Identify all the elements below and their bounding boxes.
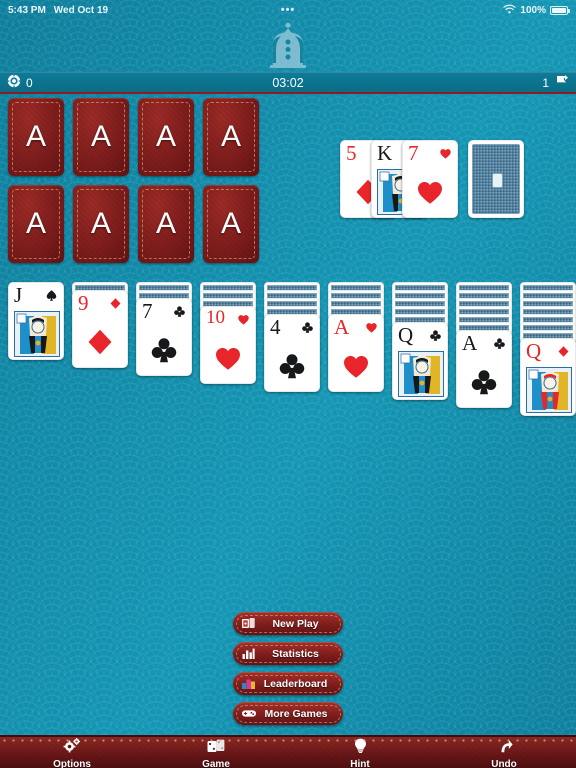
- score-value: 0: [26, 75, 33, 90]
- battery-percent: 100%: [520, 4, 546, 16]
- menu-button-new-play[interactable]: New Play: [233, 612, 343, 635]
- moves-flag-icon: [554, 74, 569, 91]
- menu-button-group: New Play Statistics Leaderboard More Games: [233, 612, 343, 732]
- foundation-slot-label: A: [155, 120, 176, 153]
- foundation-slot-label: A: [220, 120, 241, 153]
- card-rank: K: [377, 141, 393, 165]
- card-center-suit: [277, 351, 307, 381]
- card-center-suit: [341, 351, 371, 381]
- foundation-slot-label: A: [155, 207, 176, 240]
- gamepad-icon: [242, 709, 256, 718]
- card-rank: Q: [398, 323, 414, 347]
- toolbar-button-label: Undo: [491, 758, 517, 768]
- card-rank: Q: [526, 339, 542, 363]
- toolbar-button-label: Game: [202, 758, 230, 768]
- bar-chart-icon: [242, 648, 255, 659]
- game-header-bar: 0 03:02 1: [0, 72, 576, 94]
- bottom-toolbar: Options Game Hint Undo: [0, 735, 576, 768]
- toolbar-button-hint[interactable]: Hint: [288, 737, 432, 768]
- foundation-slot-label: A: [25, 207, 46, 240]
- court-card-picture: [526, 367, 572, 413]
- menu-button-label: New Play: [272, 617, 319, 630]
- stock-card-back[interactable]: [468, 140, 524, 218]
- card-corner-suit: [493, 337, 506, 350]
- tableau-card-4♣[interactable]: 4: [264, 314, 320, 392]
- score-gear-icon: [7, 74, 21, 91]
- tableau-card-Q♣[interactable]: Q: [392, 322, 448, 400]
- tableau-card-9♦[interactable]: 9: [72, 290, 128, 368]
- menu-button-more-games[interactable]: More Games: [233, 702, 343, 725]
- court-card-picture: [398, 351, 444, 397]
- card-corner-suit: [173, 305, 186, 318]
- card-center-suit: [415, 177, 445, 207]
- lightbulb-icon: [354, 738, 367, 758]
- foundation-slot-label: A: [90, 120, 111, 153]
- card-center-suit: [149, 335, 179, 365]
- tableau-card-A♥[interactable]: A: [328, 314, 384, 392]
- card-rank: 5: [346, 141, 357, 165]
- menu-button-label: Leaderboard: [263, 677, 328, 690]
- podium-icon: [242, 678, 255, 689]
- card-rank: 7: [142, 299, 153, 323]
- waste-card-7♥[interactable]: 7: [402, 140, 458, 218]
- card-rank: 7: [408, 141, 419, 165]
- card-corner-suit: [237, 313, 250, 326]
- card-center-suit: [213, 343, 243, 373]
- dice-cards-icon: [207, 739, 225, 758]
- menu-button-leaderboard[interactable]: Leaderboard: [233, 672, 343, 695]
- card-corner-suit: [439, 147, 452, 160]
- toolbar-button-options[interactable]: Options: [0, 737, 144, 768]
- card-rank: J: [14, 283, 23, 307]
- card-corner-suit: [45, 289, 58, 302]
- tableau-card-J♠[interactable]: J: [8, 282, 64, 360]
- card-rank: A: [334, 315, 350, 339]
- foundation-slot-label: A: [220, 207, 241, 240]
- card-center-suit: [469, 367, 499, 397]
- toolbar-button-label: Hint: [350, 759, 370, 768]
- card-rank: A: [462, 331, 478, 355]
- toolbar-button-game[interactable]: Game: [144, 737, 288, 768]
- timer-value: 03:02: [272, 75, 304, 90]
- status-date: Wed Oct 19: [53, 4, 109, 16]
- battery-icon: [550, 5, 570, 15]
- moves-value: 1: [542, 75, 549, 90]
- menu-button-label: More Games: [264, 707, 328, 720]
- card-corner-suit: [557, 345, 570, 358]
- foundation-slot-4[interactable]: A: [203, 98, 259, 176]
- ios-status-bar: 5:43 PM Wed Oct 19 ••• 100%: [0, 0, 576, 20]
- wifi-icon: [503, 4, 517, 17]
- foundation-slot-label: A: [25, 120, 46, 153]
- tableau-card-10♥[interactable]: 10: [200, 306, 256, 384]
- card-center-suit: [85, 327, 115, 357]
- card-rank: 9: [78, 291, 89, 315]
- crown-logo-icon: [261, 22, 315, 73]
- tableau-card-7♣[interactable]: 7: [136, 298, 192, 376]
- foundation-slot-2[interactable]: A: [73, 98, 129, 176]
- card-corner-suit: [365, 321, 378, 334]
- toolbar-button-undo[interactable]: Undo: [432, 737, 576, 768]
- menu-button-label: Statistics: [272, 647, 319, 660]
- court-card-picture: [14, 311, 60, 357]
- card-corner-suit: [429, 329, 442, 342]
- foundation-slot-7[interactable]: A: [138, 185, 194, 263]
- gears-icon: [63, 738, 81, 758]
- foundation-slot-label: A: [90, 207, 111, 240]
- toolbar-button-label: Options: [53, 759, 91, 768]
- foundation-slot-3[interactable]: A: [138, 98, 194, 176]
- card-corner-suit: [109, 297, 122, 310]
- card-rank: 10: [206, 307, 225, 328]
- tableau-card-Q♦[interactable]: Q: [520, 338, 576, 416]
- card-rank: 4: [270, 315, 281, 339]
- foundation-slot-5[interactable]: A: [8, 185, 64, 263]
- status-time: 5:43 PM: [8, 4, 46, 16]
- menu-button-statistics[interactable]: Statistics: [233, 642, 343, 665]
- tableau-card-A♣[interactable]: A: [456, 330, 512, 408]
- undo-arrow-icon: [496, 739, 513, 758]
- cards-icon: [242, 618, 255, 629]
- foundation-slot-8[interactable]: A: [203, 185, 259, 263]
- card-corner-suit: [301, 321, 314, 334]
- foundation-slot-6[interactable]: A: [73, 185, 129, 263]
- foundation-slot-1[interactable]: A: [8, 98, 64, 176]
